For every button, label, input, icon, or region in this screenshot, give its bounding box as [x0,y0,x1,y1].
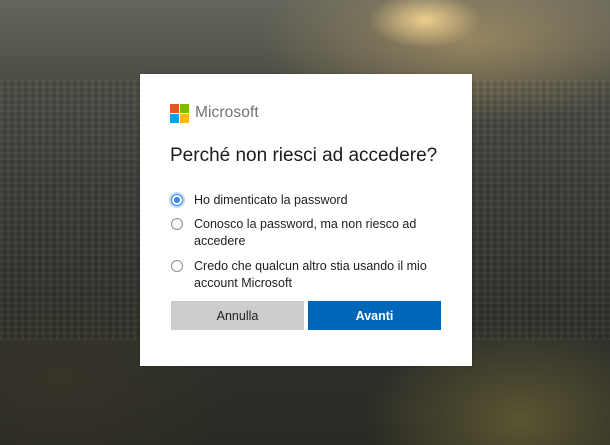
option-label: Credo che qualcun altro stia usando il m… [194,259,427,290]
microsoft-logo-icon [170,103,189,123]
dialog-title: Perché non riesci ad accedere? [170,145,438,166]
cancel-button[interactable]: Annulla [171,301,304,330]
option-know-password[interactable]: Conosco la password, ma non riesco ad ac… [171,216,461,249]
option-forgot-password[interactable]: Ho dimenticato la password [171,192,461,209]
option-label: Conosco la password, ma non riesco ad ac… [194,217,417,248]
option-label: Ho dimenticato la password [194,193,348,207]
recovery-dialog: Microsoft Perché non riesci ad accedere?… [140,74,472,366]
radio-know-password[interactable] [171,218,183,230]
radio-someone-else[interactable] [171,260,183,272]
dialog-buttons: Annulla Avanti [171,301,441,330]
brand-name: Microsoft [195,104,259,121]
option-someone-else[interactable]: Credo che qualcun altro stia usando il m… [171,258,461,291]
brand-header: Microsoft [170,103,259,123]
radio-forgot-password[interactable] [171,194,183,206]
next-button[interactable]: Avanti [308,301,441,330]
